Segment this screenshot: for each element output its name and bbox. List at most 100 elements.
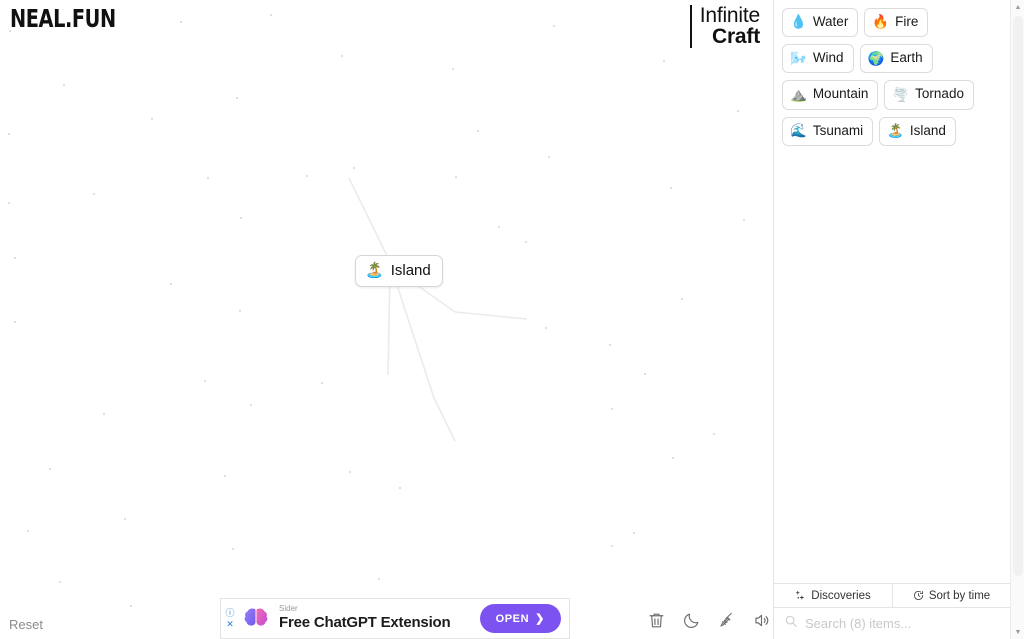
element-emoji: 🌪️ (892, 86, 910, 102)
background-particle (611, 408, 613, 410)
background-particle (232, 548, 234, 550)
element-emoji: 💧 (790, 14, 807, 30)
infinite-craft-app: 🏝️ Island NEAL.FUN Infinite Craft Reset (0, 0, 1024, 639)
search-bar[interactable] (774, 607, 1010, 639)
element-button-earth[interactable]: 🌍 Earth (859, 44, 933, 74)
background-particle (207, 177, 209, 179)
elements-list: 💧 Water 🔥 Fire 🌬️ Wind 🌍 Earth ⛰️ Mountain 🌪️ Torna… (774, 0, 1010, 583)
tab-discoveries[interactable]: Discoveries (774, 584, 892, 607)
tab-sort-by-time-label: Sort by time (928, 589, 991, 602)
ad-headline: Free ChatGPT Extension (279, 613, 451, 631)
ad-copy: Sider Free ChatGPT Extension (273, 604, 480, 632)
background-particle (525, 241, 527, 243)
trash-icon[interactable] (647, 611, 666, 630)
sidebar-tabs: Discoveries Sort by time (774, 583, 1010, 607)
ad-open-button[interactable]: OPEN ❯ (479, 604, 561, 633)
background-particle (633, 532, 635, 534)
background-particle (341, 55, 343, 57)
trail-line (454, 311, 528, 320)
element-label: Mountain (812, 86, 869, 102)
element-button-tornado[interactable]: 🌪️ Tornado (884, 80, 974, 110)
canvas-element-island[interactable]: 🏝️ Island (355, 255, 443, 287)
background-particle (611, 545, 613, 547)
crafting-canvas[interactable]: 🏝️ Island (0, 0, 773, 639)
background-particle (455, 176, 457, 178)
background-particle (663, 60, 665, 62)
background-particle (378, 578, 380, 580)
ad-brand-name: Sider (279, 604, 298, 614)
background-particle (477, 130, 479, 132)
canvas-element-label: Island (390, 262, 431, 279)
neal-fun-logo[interactable]: NEAL.FUN (10, 4, 116, 33)
clock-icon (913, 590, 924, 601)
background-particle (8, 202, 10, 204)
background-particle (59, 581, 61, 583)
background-particle (151, 118, 153, 120)
element-label: Wind (812, 50, 844, 66)
background-particle (672, 457, 674, 459)
background-particle (124, 518, 126, 520)
particle-trails (348, 177, 528, 442)
background-particle (553, 25, 555, 27)
element-label: Tornado (915, 86, 964, 102)
element-label: Island (909, 122, 946, 138)
element-button-tsunami[interactable]: 🌊 Tsunami (782, 116, 874, 146)
canvas-toolbar (647, 611, 771, 630)
background-particle (321, 382, 323, 384)
scroll-thumb[interactable] (1013, 16, 1023, 576)
background-particle (240, 217, 242, 219)
background-particle (545, 327, 547, 329)
ad-close-icon[interactable]: ✕ (226, 619, 234, 629)
element-label: Tsunami (812, 122, 864, 138)
moon-icon[interactable] (682, 611, 701, 630)
search-input[interactable] (805, 616, 1000, 631)
chevron-right-icon: ❯ (535, 613, 545, 625)
background-particle (498, 226, 500, 228)
element-emoji: 🏝️ (887, 123, 904, 139)
element-emoji: 🌬️ (790, 50, 807, 66)
element-emoji: ⛰️ (790, 86, 807, 102)
element-label: Water (812, 14, 849, 29)
background-particle (27, 530, 29, 532)
scroll-down-arrow[interactable]: ▼ (1011, 625, 1024, 639)
element-label: Earth (890, 50, 923, 66)
element-emoji: 🌍 (867, 50, 885, 66)
background-particle (93, 193, 95, 195)
background-particle (306, 175, 308, 177)
background-particle (14, 257, 16, 259)
element-button-fire[interactable]: 🔥 Fire (864, 8, 929, 38)
element-button-wind[interactable]: 🌬️ Wind (782, 44, 854, 74)
speaker-icon[interactable] (752, 611, 771, 630)
trail-line (387, 271, 391, 376)
background-particle (204, 380, 206, 382)
elements-sidebar: 💧 Water 🔥 Fire 🌬️ Wind 🌍 Earth ⛰️ Mountain 🌪️ Torna… (773, 0, 1010, 639)
scroll-up-arrow[interactable]: ▲ (1011, 0, 1024, 14)
reset-button[interactable]: Reset (9, 617, 43, 632)
background-particle (130, 605, 132, 607)
background-particle (63, 84, 65, 86)
background-particle (452, 68, 454, 70)
background-particle (8, 133, 10, 135)
ad-cta-label: OPEN (495, 612, 530, 625)
ad-meta-controls: ⓘ ✕ (221, 599, 239, 638)
background-particle (349, 471, 351, 473)
broom-icon[interactable] (717, 611, 736, 630)
game-title-line2: Craft (711, 25, 760, 49)
element-button-water[interactable]: 💧 Water (782, 8, 859, 38)
ad-info-icon[interactable]: ⓘ (225, 608, 234, 618)
background-particle (353, 167, 355, 169)
canvas-element-emoji: 🏝️ (365, 262, 384, 279)
ad-banner[interactable]: ⓘ ✕ Sider Free ChatGPT Extension OPEN ❯ (220, 598, 570, 639)
browser-scrollbar[interactable]: ▲ ▼ (1010, 0, 1024, 639)
element-button-mountain[interactable]: ⛰️ Mountain (782, 80, 879, 110)
background-particle (250, 404, 252, 406)
background-particle (224, 475, 226, 477)
element-button-island[interactable]: 🏝️ Island (879, 116, 956, 146)
background-particle (239, 310, 241, 312)
game-title-line1: Infinite (699, 4, 760, 27)
background-particle (713, 433, 715, 435)
background-particle (548, 156, 550, 158)
tab-sort-by-time[interactable]: Sort by time (892, 584, 1010, 607)
background-particle (170, 283, 172, 285)
trail-line (433, 397, 456, 442)
